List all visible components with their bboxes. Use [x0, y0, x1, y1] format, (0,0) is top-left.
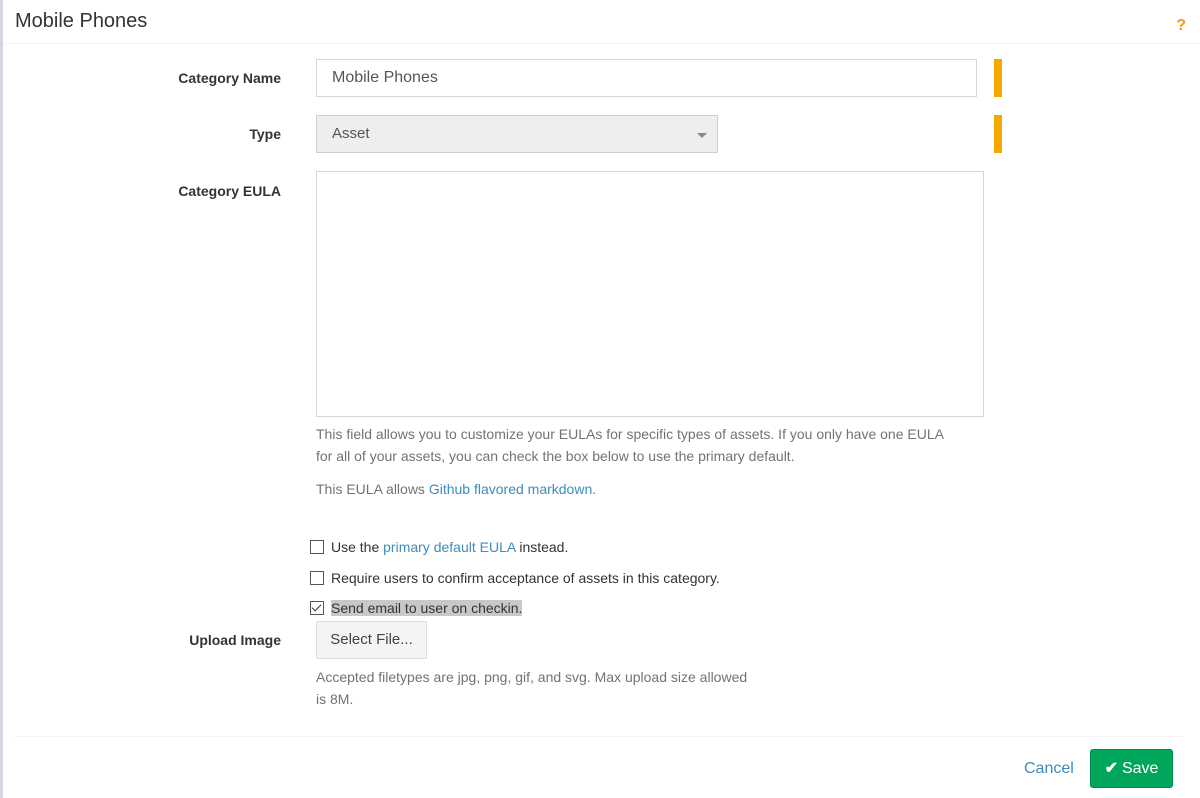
require-acceptance-option[interactable]: Require users to confirm acceptance of a…: [310, 568, 720, 588]
email-checkin-checkbox[interactable]: [310, 601, 324, 615]
category-name-label: Category Name: [178, 70, 281, 86]
type-select[interactable]: Asset: [316, 115, 718, 153]
upload-help-text: Accepted filetypes are jpg, png, gif, an…: [316, 666, 786, 710]
required-indicator: [994, 115, 1002, 153]
eula-help-line: for all of your assets, you can check th…: [316, 448, 795, 464]
require-acceptance-label: Require users to confirm acceptance of a…: [331, 570, 720, 586]
use-default-prefix: Use the: [331, 539, 384, 555]
type-label: Type: [249, 126, 281, 142]
upload-image-label: Upload Image: [189, 632, 281, 648]
type-select-value: Asset: [332, 125, 370, 142]
form-footer-divider: [14, 736, 1184, 737]
eula-help-line: This field allows you to customize your …: [316, 426, 944, 442]
markdown-note: This EULA allows Github flavored markdow…: [316, 478, 596, 500]
use-default-suffix: instead.: [515, 539, 569, 555]
markdown-link[interactable]: Github flavored markdown: [429, 481, 592, 497]
page-title: Mobile Phones: [15, 10, 148, 32]
select-file-button[interactable]: Select File...: [316, 621, 427, 659]
save-button-label: Save: [1121, 760, 1159, 777]
required-indicator: [994, 59, 1002, 97]
category-name-input[interactable]: [316, 59, 977, 97]
eula-help-text: This field allows you to customize your …: [316, 423, 996, 467]
markdown-note-suffix: .: [592, 481, 597, 497]
use-default-eula-checkbox[interactable]: [310, 540, 324, 554]
email-checkin-label: Send email to user on checkin.: [331, 600, 523, 616]
use-default-eula-option[interactable]: Use the primary default EULA instead.: [310, 537, 568, 557]
cancel-link[interactable]: Cancel: [1024, 760, 1074, 778]
require-acceptance-checkbox[interactable]: [310, 571, 324, 585]
upload-help-line: Accepted filetypes are jpg, png, gif, an…: [316, 669, 748, 685]
check-icon: ✔: [1104, 760, 1118, 777]
category-form-box: Mobile Phones ? Category Name Type Asset…: [0, 0, 1200, 798]
upload-help-line: is 8M.: [316, 691, 354, 707]
box-header: Mobile Phones ?: [3, 0, 1200, 44]
help-icon[interactable]: ?: [1176, 17, 1186, 35]
primary-default-eula-link[interactable]: primary default EULA: [383, 539, 515, 555]
category-eula-textarea[interactable]: [316, 171, 984, 417]
markdown-note-prefix: This EULA allows: [316, 481, 429, 497]
email-checkin-option[interactable]: Send email to user on checkin.: [310, 598, 523, 618]
category-eula-label: Category EULA: [178, 183, 281, 199]
save-button[interactable]: ✔ Save: [1090, 749, 1173, 788]
chevron-down-icon: [697, 133, 707, 138]
